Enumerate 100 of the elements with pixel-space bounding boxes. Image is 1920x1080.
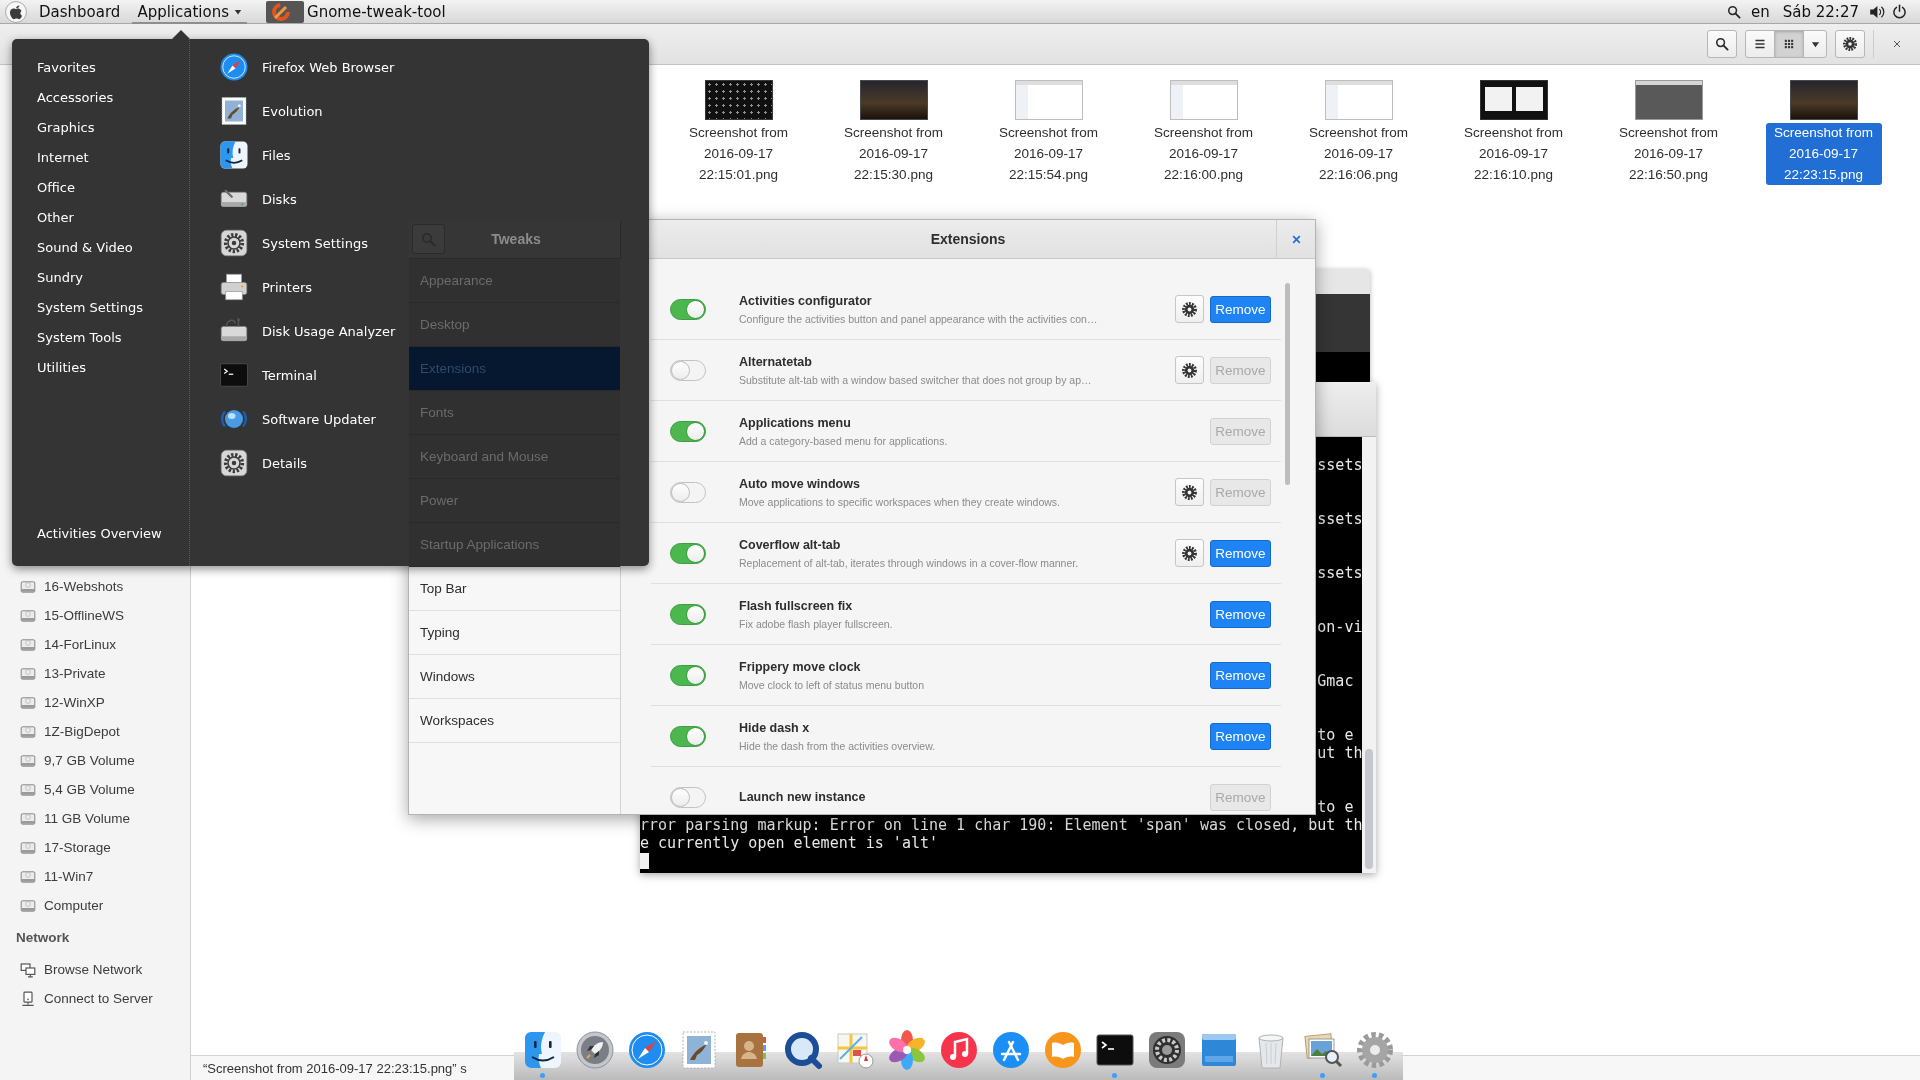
file-name[interactable]: Screenshot from 2016-09-17 22:16:50.png [1610, 123, 1727, 186]
file-name[interactable]: Screenshot from 2016-09-17 22:15:30.png [835, 123, 952, 186]
sidebar-item[interactable]: Computer [0, 891, 190, 920]
remove-button[interactable]: Remove [1210, 600, 1271, 628]
toggle-switch[interactable] [670, 603, 706, 625]
menu-category[interactable]: Accessories [37, 82, 114, 112]
menu-category[interactable]: Utilities [37, 352, 86, 382]
thumbnail-image[interactable] [1634, 80, 1703, 120]
menu-category[interactable]: Favorites [37, 52, 96, 82]
letter-a-icon[interactable] [990, 1030, 1031, 1070]
menu-item[interactable]: System Settings [219, 221, 368, 265]
toggle-switch[interactable] [670, 542, 706, 564]
menu-category[interactable]: Internet [37, 142, 89, 172]
settings-button[interactable] [1175, 478, 1204, 506]
menu-item[interactable]: Disk Usage Analyzer [219, 309, 396, 353]
menu-item[interactable]: Activities Overview [37, 518, 162, 548]
menu-category[interactable]: System Settings [37, 292, 143, 322]
settings-icon[interactable] [1354, 1030, 1395, 1070]
file-name[interactable]: Screenshot from 2016-09-17 22:23:15.png [1765, 123, 1882, 186]
menu-category[interactable]: Sundry [37, 262, 84, 292]
toggle-switch[interactable] [670, 664, 706, 686]
window-button[interactable]: Gnome-tweak-tool [266, 0, 446, 23]
remove-button[interactable]: Remove [1210, 661, 1271, 689]
sidebar-item[interactable]: 11 GB Volume [0, 804, 190, 833]
settings-button[interactable] [1175, 539, 1204, 567]
power-icon[interactable] [1892, 4, 1907, 19]
sidebar-item[interactable]: 1Z-BigDepot [0, 717, 190, 746]
menu-item[interactable]: Disks [219, 177, 297, 221]
terminal-text: to e [1317, 798, 1354, 816]
flower-icon[interactable] [886, 1030, 927, 1070]
sidebar-item[interactable]: 5,4 GB Volume [0, 775, 190, 804]
toggle-switch[interactable] [670, 359, 706, 381]
compass-icon[interactable] [626, 1030, 667, 1070]
apple-icon[interactable] [5, 0, 27, 23]
view-options-button[interactable] [1803, 30, 1827, 58]
sidebar-item[interactable]: 9,7 GB Volume [0, 746, 190, 775]
sidebar-item[interactable]: Browse Network [0, 955, 190, 984]
toggle-switch[interactable] [670, 786, 706, 808]
file-name[interactable]: Screenshot from 2016-09-17 22:16:06.png [1300, 123, 1417, 186]
thumbnail-image[interactable] [1324, 80, 1393, 120]
menu-item[interactable]: Evolution [219, 89, 323, 133]
search-icon[interactable] [1727, 4, 1741, 19]
sidebar-item[interactable]: 13-Private [0, 659, 190, 688]
music-note-icon[interactable] [938, 1030, 979, 1070]
menu-category[interactable]: Other [37, 202, 74, 232]
sidebar-item[interactable]: 14-ForLinux [0, 630, 190, 659]
toggle-switch[interactable] [670, 420, 706, 442]
view-button[interactable] [1774, 30, 1804, 58]
sidebar-item[interactable]: 12-WinXP [0, 688, 190, 717]
sidebar-title: Tweaks [490, 231, 542, 247]
file-name[interactable]: Screenshot from 2016-09-17 22:15:01.png [680, 123, 797, 186]
gear-icon[interactable] [1146, 1030, 1187, 1070]
menu-category[interactable]: System Tools [37, 322, 122, 352]
smiling-face-icon[interactable] [522, 1030, 563, 1070]
thumbnail-image[interactable] [704, 80, 773, 120]
menu-item[interactable]: Details [219, 441, 308, 485]
thumbnail-image[interactable] [1479, 80, 1548, 120]
menu-item[interactable]: Files [219, 133, 291, 177]
toggle-switch[interactable] [670, 298, 706, 320]
settings-button[interactable] [1175, 295, 1204, 323]
menu-item[interactable]: Firefox Web Browser [219, 45, 395, 89]
search-button[interactable] [1707, 30, 1737, 58]
gear-icon [219, 448, 249, 478]
remove-button[interactable]: Remove [1210, 722, 1271, 750]
sidebar-item[interactable]: 17-Storage [0, 833, 190, 862]
menu-category[interactable]: Sound & Video [37, 232, 133, 262]
menu-category[interactable]: Office [37, 172, 75, 202]
top-menu-button[interactable]: Dashboard [34, 0, 126, 24]
menu-item[interactable]: Terminal [219, 353, 317, 397]
sidebar-item[interactable]: 15-OfflineWS [0, 601, 190, 630]
scrollbar-thumb[interactable] [1365, 749, 1373, 869]
open-book-icon[interactable] [1042, 1030, 1083, 1070]
menu-item[interactable]: Printers [219, 265, 313, 309]
rocket-icon[interactable] [574, 1030, 615, 1070]
thumbnail-image[interactable] [1169, 80, 1238, 120]
sidebar-item[interactable]: Connect to Server [0, 984, 190, 1013]
settings-button[interactable] [1175, 356, 1204, 384]
menu-item[interactable]: Software Updater [219, 397, 376, 441]
terminal-text: on-vi [1317, 618, 1363, 636]
thumbnail-image[interactable] [1014, 80, 1083, 120]
sidebar-item[interactable]: 11-Win7 [0, 862, 190, 891]
file-name[interactable]: Screenshot from 2016-09-17 22:16:00.png [1145, 123, 1262, 186]
thumbnail-image[interactable] [859, 80, 928, 120]
toggle-switch[interactable] [670, 481, 706, 503]
scrollbar-thumb[interactable] [1285, 283, 1290, 485]
toggle-switch[interactable] [670, 725, 706, 747]
view-button[interactable] [1745, 30, 1775, 58]
file-name[interactable]: Screenshot from 2016-09-17 22:16:10.png [1455, 123, 1572, 186]
file-name[interactable]: Screenshot from 2016-09-17 22:15:54.png [990, 123, 1107, 186]
photo-magnifier-icon[interactable] [1302, 1030, 1343, 1070]
remove-button[interactable]: Remove [1210, 539, 1271, 567]
magnifier-icon[interactable] [782, 1030, 823, 1070]
remove-button[interactable]: Remove [1210, 295, 1271, 323]
language-indicator[interactable]: en [1751, 2, 1770, 21]
thumbnail-image[interactable] [1789, 80, 1858, 120]
clock[interactable]: Sáb 22:27 [1782, 2, 1859, 21]
menu-category[interactable]: Graphics [37, 112, 95, 142]
settings-button[interactable] [1835, 30, 1865, 58]
map-icon[interactable] [834, 1030, 875, 1070]
sidebar-item[interactable]: 16-Webshots [0, 572, 190, 601]
